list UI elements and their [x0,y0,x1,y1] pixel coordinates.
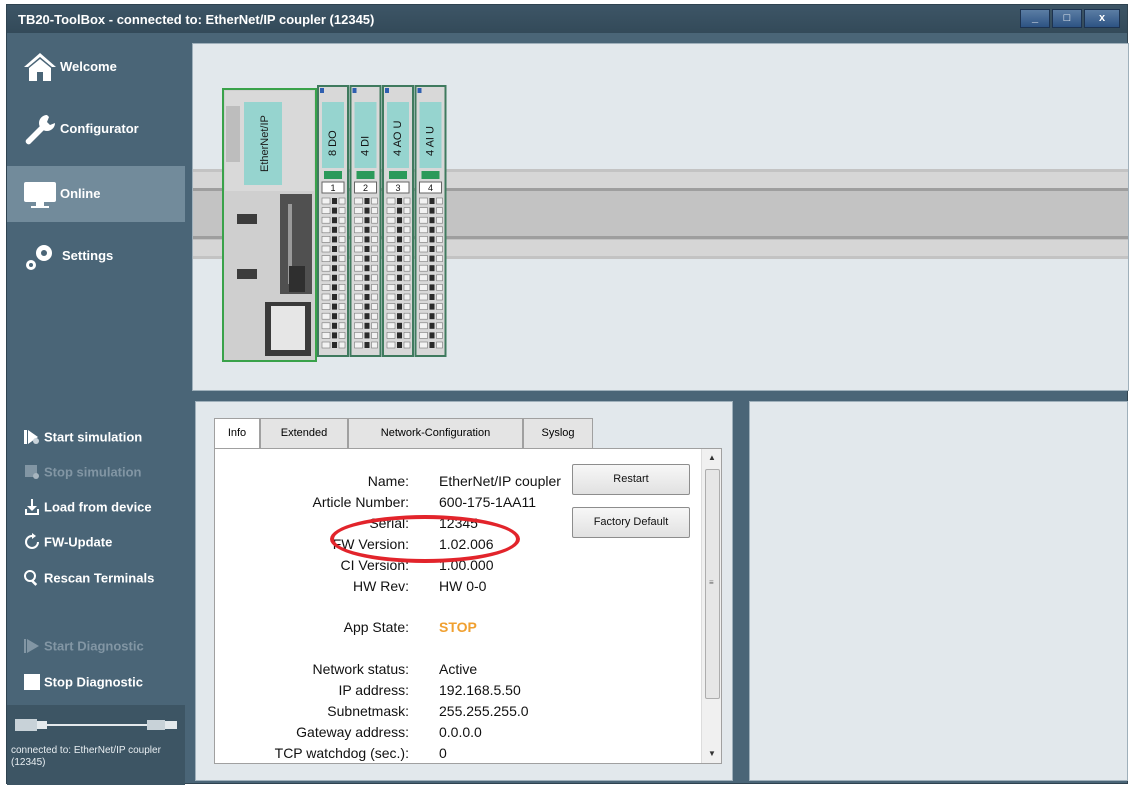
info-key: Gateway address: [296,724,409,740]
stop-simulation-button[interactable]: Stop simulation [23,463,142,485]
connection-status-text: connected to: EtherNet/IP coupler (12345… [11,745,161,768]
scroll-thumb[interactable]: ≡ [705,469,720,699]
load-from-device-button[interactable]: Load from device [23,498,152,520]
sidebar: Welcome Configurator Online Settings Sta… [7,33,185,785]
io-module-1[interactable]: 8 DO 1 [317,85,349,357]
start-diagnostic-button[interactable]: Start Diagnostic [23,637,144,659]
home-icon [23,51,57,83]
minimize-button[interactable]: _ [1020,9,1050,28]
window-title: TB20-ToolBox - connected to: EtherNet/IP… [18,12,375,27]
info-row-app-state: App State: STOP [215,619,695,637]
info-value: EtherNet/IP coupler [439,473,561,489]
stop-diagnostic-button[interactable]: Stop Diagnostic [23,673,143,695]
device-diagram: EtherNet/IP 8 DO 1 4 DI 2 4 AO U 3 4 AI U 4 [193,85,1128,362]
fw-update-label: FW-Update [44,534,113,550]
fw-version-highlight-ring [330,515,520,563]
info-key: HW Rev: [353,578,409,594]
play-icon [23,637,41,655]
module-label: 4 AO U [392,120,404,156]
app-state-value: STOP [439,619,477,635]
info-value: Active [439,661,478,677]
download-icon [23,498,41,516]
info-key: TCP watchdog (sec.): [274,745,409,761]
module-slot-number: 1 [330,183,335,193]
io-module-2[interactable]: 4 DI 2 [349,85,382,357]
nav-settings[interactable]: Settings [7,228,185,284]
tab-info[interactable]: Info [214,418,260,449]
module-slot-number: 2 [363,183,368,193]
io-module-3[interactable]: 4 AO U 3 [382,85,414,357]
maximize-button[interactable]: □ [1052,9,1082,28]
tab-syslog[interactable]: Syslog [523,418,593,448]
tab-extended[interactable]: Extended [260,418,348,448]
info-row-ip-address: IP address: 192.168.5.50 [215,682,695,700]
stop-diagnostic-label: Stop Diagnostic [44,674,143,690]
factory-default-button[interactable]: Factory Default [572,507,690,538]
nav-online[interactable]: Online [7,166,185,222]
info-key: Article Number: [312,494,409,510]
scroll-down-arrow-icon[interactable]: ▼ [702,745,721,763]
start-diagnostic-label: Start Diagnostic [44,638,144,654]
module-label: 8 DO [327,130,339,156]
info-key: App State: [343,619,409,635]
nav-online-label: Online [60,186,101,201]
stop-simulation-icon [23,463,41,481]
gears-icon [23,240,57,272]
rescan-terminals-button[interactable]: Rescan Terminals [23,569,154,591]
info-value: 0 [439,745,447,761]
nav-welcome-label: Welcome [60,59,117,74]
info-key: Network status: [312,661,409,677]
info-panel: Info Extended Network-Configuration Sysl… [195,401,733,781]
scroll-up-arrow-icon[interactable]: ▲ [702,449,721,467]
stop-simulation-label: Stop simulation [44,464,142,480]
nav-configurator[interactable]: Configurator [7,101,185,157]
tab-network-configuration[interactable]: Network-Configuration [348,418,523,448]
info-key: Name: [367,473,409,489]
start-simulation-button[interactable]: Start simulation [23,428,142,450]
restart-button[interactable]: Restart [572,464,690,495]
info-tab-content: Name: EtherNet/IP coupler Article Number:… [214,448,722,764]
app-window: TB20-ToolBox - connected to: EtherNet/IP… [6,4,1129,785]
usb-cable-icon [15,717,177,733]
close-button[interactable]: x [1084,9,1120,28]
wrench-icon [23,113,57,145]
info-row-hw-rev: HW Rev: HW 0-0 [215,578,695,596]
io-module-4[interactable]: 4 AI U 4 [414,85,447,357]
title-bar: TB20-ToolBox - connected to: EtherNet/IP… [7,5,1127,33]
nav-welcome[interactable]: Welcome [7,39,185,95]
info-row-gateway: Gateway address: 0.0.0.0 [215,724,695,742]
scroll-grip-icon: ≡ [709,578,714,587]
refresh-icon [23,533,41,551]
coupler-label: EtherNet/IP [259,115,271,172]
load-from-device-label: Load from device [44,499,152,515]
info-row-network-status: Network status: Active [215,661,695,679]
monitor-icon [23,178,57,210]
module-label: 4 DI [360,136,372,156]
info-value: 255.255.255.0 [439,703,529,719]
info-row-subnetmask: Subnetmask: 255.255.255.0 [215,703,695,721]
info-value: 600-175-1AA11 [439,494,537,510]
stop-icon [23,673,41,691]
info-key: IP address: [338,682,409,698]
start-simulation-icon [23,428,41,446]
module-slot-number: 4 [428,183,433,193]
info-value: 0.0.0.0 [439,724,482,740]
info-row-tcp-watchdog: TCP watchdog (sec.): 0 [215,745,695,763]
fw-update-button[interactable]: FW-Update [23,533,112,555]
info-key: Subnetmask: [327,703,409,719]
rescan-terminals-label: Rescan Terminals [44,570,155,586]
module-label: 4 AI U [425,126,437,156]
start-simulation-label: Start simulation [44,429,143,445]
connection-status: connected to: EtherNet/IP coupler (12345… [7,705,185,785]
ethernet-ip-coupler[interactable]: EtherNet/IP [222,88,317,362]
detail-panel [749,401,1128,781]
search-icon [23,569,41,587]
info-value: HW 0-0 [439,578,487,594]
info-scrollbar[interactable]: ▲ ≡ ▼ [701,449,721,763]
device-view-panel: EtherNet/IP 8 DO 1 4 DI 2 4 AO U 3 4 AI U 4 [192,43,1129,391]
nav-settings-label: Settings [62,248,114,263]
module-slot-number: 3 [395,183,400,193]
info-value: 192.168.5.50 [439,682,521,698]
nav-configurator-label: Configurator [60,121,139,136]
